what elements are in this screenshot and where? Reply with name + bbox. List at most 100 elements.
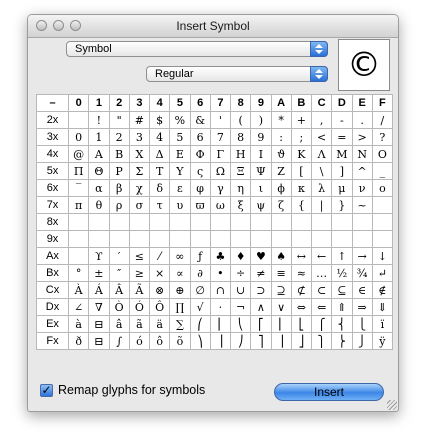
symbol-cell[interactable] [88, 230, 110, 248]
symbol-cell[interactable]: ï [371, 315, 394, 333]
symbol-cell[interactable] [371, 230, 394, 248]
symbol-cell[interactable]: ó [128, 332, 151, 350]
symbol-cell[interactable]: ∅ [189, 281, 211, 299]
symbol-cell[interactable] [67, 213, 90, 231]
symbol-cell[interactable]: Λ [310, 145, 333, 163]
symbol-cell[interactable]: ⇑ [331, 298, 353, 316]
symbol-cell[interactable]: ^ [351, 162, 373, 180]
symbol-cell[interactable] [169, 213, 191, 231]
symbol-cell[interactable]: ζ [270, 196, 292, 214]
symbol-cell[interactable]: ? [371, 128, 394, 146]
symbol-cell[interactable]: ≈ [290, 264, 313, 282]
symbol-cell[interactable]: ⎫ [310, 332, 333, 350]
symbol-cell[interactable]: β [108, 179, 130, 197]
symbol-cell[interactable]: ≡ [270, 264, 292, 282]
symbol-cell[interactable]: ½ [331, 264, 353, 282]
symbol-cell[interactable]: × [148, 264, 171, 282]
symbol-cell[interactable]: Ψ [250, 162, 272, 180]
symbol-cell[interactable]: 7 [209, 128, 232, 146]
symbol-cell[interactable]: ϒ [88, 247, 110, 265]
symbol-cell[interactable]: ↓ [371, 247, 394, 265]
symbol-cell[interactable]: ∈ [351, 281, 373, 299]
symbol-cell[interactable]: # [128, 111, 151, 129]
symbol-cell[interactable]: ↵ [371, 264, 394, 282]
symbol-cell[interactable]: ∠ [67, 298, 90, 316]
symbol-cell[interactable]: η [229, 179, 252, 197]
symbol-cell[interactable]: { [290, 196, 313, 214]
symbol-cell[interactable]: σ [128, 196, 151, 214]
symbol-cell[interactable]: | [310, 196, 333, 214]
symbol-cell[interactable]: ∂ [189, 264, 211, 282]
symbol-cell[interactable]: ↑ [331, 247, 353, 265]
symbol-cell[interactable]: ô [148, 332, 171, 350]
symbol-cell[interactable]: ♥ [250, 247, 272, 265]
symbol-cell[interactable]: I [250, 145, 272, 163]
symbol-cell[interactable] [250, 230, 272, 248]
symbol-cell[interactable]: ⎤ [250, 332, 272, 350]
symbol-cell[interactable]: ≥ [128, 264, 151, 282]
symbol-cell[interactable]: T [148, 162, 171, 180]
symbol-cell[interactable] [108, 213, 130, 231]
symbol-cell[interactable] [270, 213, 292, 231]
symbol-cell[interactable]: ♣ [209, 247, 232, 265]
symbol-cell[interactable]: & [189, 111, 211, 129]
symbol-cell[interactable] [209, 230, 232, 248]
symbol-cell[interactable]: ϖ [189, 196, 211, 214]
symbol-cell[interactable]: ⊗ [148, 281, 171, 299]
symbol-cell[interactable] [67, 247, 90, 265]
symbol-cell[interactable]: ⎡ [250, 315, 272, 333]
symbol-cell[interactable]: θ [88, 196, 110, 214]
symbol-cell[interactable]: ! [88, 111, 110, 129]
symbol-cell[interactable]: ⎧ [310, 315, 333, 333]
title-bar[interactable]: Insert Symbol [28, 15, 398, 38]
insert-button[interactable]: Insert [274, 383, 384, 401]
symbol-cell[interactable]: γ [209, 179, 232, 197]
symbol-cell[interactable]: Á [88, 281, 110, 299]
symbol-cell[interactable]: ε [169, 179, 191, 197]
symbol-cell[interactable] [67, 230, 90, 248]
symbol-cell[interactable]: 0 [67, 128, 90, 146]
symbol-cell[interactable]: ′ [108, 247, 130, 265]
symbol-cell[interactable] [310, 230, 333, 248]
remap-glyphs-label[interactable]: Remap glyphs for symbols [58, 383, 205, 397]
symbol-cell[interactable]: ← [310, 247, 333, 265]
symbol-cell[interactable]: √ [189, 298, 211, 316]
symbol-cell[interactable]: κ [290, 179, 313, 197]
symbol-cell[interactable] [169, 230, 191, 248]
symbol-cell[interactable]: ρ [108, 196, 130, 214]
symbol-cell[interactable]: … [310, 264, 333, 282]
symbol-cell[interactable] [108, 230, 130, 248]
symbol-cell[interactable]: ⋅ [209, 298, 232, 316]
symbol-cell[interactable]: ∑ [169, 315, 191, 333]
symbol-cell[interactable]: Ó [128, 298, 151, 316]
symbol-cell[interactable] [88, 213, 110, 231]
symbol-cell[interactable]: τ [148, 196, 171, 214]
symbol-cell[interactable]: ω [209, 196, 232, 214]
symbol-cell[interactable]: ∞ [169, 247, 191, 265]
symbol-cell[interactable]: ⎥ [270, 332, 292, 350]
symbol-cell[interactable] [331, 230, 353, 248]
symbol-cell[interactable]: ð [67, 332, 90, 350]
symbol-cell[interactable]: ⎛ [189, 315, 211, 333]
symbol-cell[interactable]: M [331, 145, 353, 163]
symbol-cell[interactable]: : [270, 128, 292, 146]
symbol-cell[interactable]: ∫ [108, 332, 130, 350]
symbol-cell[interactable]: ⎦ [290, 332, 313, 350]
symbol-cell[interactable] [310, 213, 333, 231]
symbol-cell[interactable] [250, 213, 272, 231]
symbol-cell[interactable]: K [290, 145, 313, 163]
symbol-cell[interactable] [148, 213, 171, 231]
symbol-cell[interactable]: ⎠ [229, 332, 252, 350]
symbol-cell[interactable]: ∧ [250, 298, 272, 316]
symbol-cell[interactable]: 1 [88, 128, 110, 146]
symbol-cell[interactable]: χ [128, 179, 151, 197]
symbol-cell[interactable]: * [270, 111, 292, 129]
symbol-cell[interactable]: ÷ [229, 264, 252, 282]
symbol-cell[interactable]: + [290, 111, 313, 129]
symbol-cell[interactable] [331, 213, 353, 231]
symbol-cell[interactable]: ∇ [88, 298, 110, 316]
symbol-cell[interactable]: ⎣ [290, 315, 313, 333]
symbol-cell[interactable]: ⎢ [270, 315, 292, 333]
symbol-cell[interactable]: ) [250, 111, 272, 129]
symbol-cell[interactable]: $ [148, 111, 171, 129]
